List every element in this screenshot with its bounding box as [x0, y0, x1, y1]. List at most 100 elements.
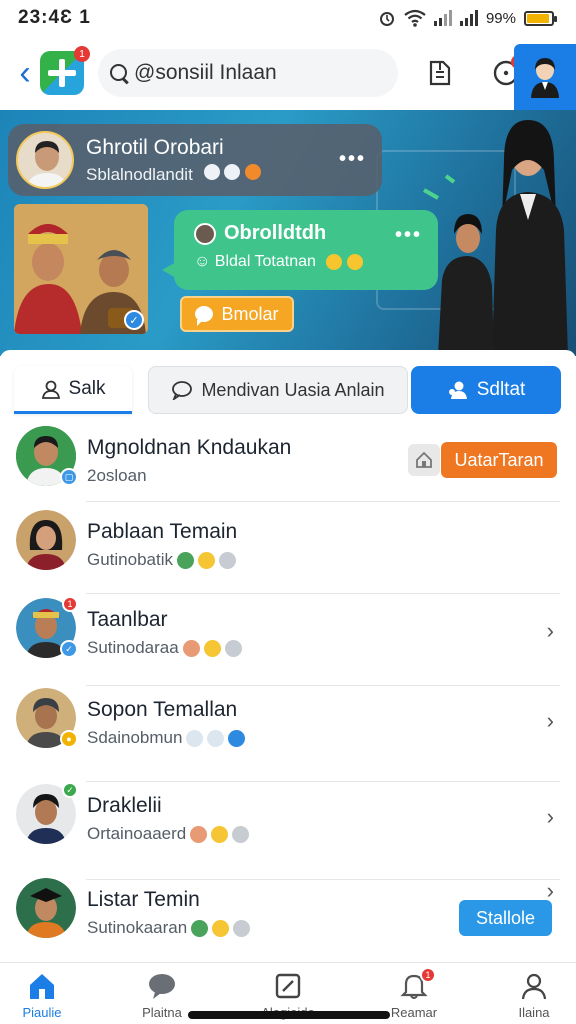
contact-row[interactable]: Listar Temin Sutinokaaran › Stallole	[0, 878, 576, 962]
ghost-emoji-icon-2	[224, 163, 241, 180]
notification-dot: 1	[62, 596, 78, 612]
earth-emoji-icon	[177, 551, 194, 569]
verified-icon: ✓	[124, 310, 144, 330]
hero-message-header: Obrolldtdh	[194, 222, 426, 245]
laugh-emoji-icon	[190, 825, 208, 843]
nav-profile[interactable]: Ilaina	[494, 971, 574, 1020]
ghost-emoji-icon-2	[207, 729, 225, 747]
contact-subtitle: 2osloan	[87, 466, 147, 486]
fire-emoji-icon	[245, 163, 262, 180]
contact-avatar: 1 ✓	[16, 596, 78, 658]
ghost-emoji-icon	[203, 163, 220, 180]
hero-banner: Ghrotil Orobari Sblalnodlandit ••• ✓ Obr…	[0, 110, 576, 356]
user-outline-icon	[41, 379, 61, 399]
chat-bubble-icon	[195, 306, 214, 326]
hero-card-subtitle-row: Sblalnodlandit	[86, 163, 262, 185]
chat-bubble-icon	[122, 971, 202, 1001]
contact-row[interactable]: Pablaan Temain Gutinobatik	[0, 510, 576, 594]
status-bar: 23:4Ɛ 1 99%	[0, 0, 576, 36]
smile-emoji-icon	[198, 551, 215, 569]
emoji-icon-2	[346, 253, 363, 270]
hero-chat-card[interactable]: Ghrotil Orobari Sblalnodlandit •••	[8, 124, 382, 196]
home-icon	[2, 971, 82, 1001]
stallole-button[interactable]: Stallole	[459, 900, 552, 936]
more-options-icon-2[interactable]: •••	[395, 224, 422, 247]
status-icon: ●	[60, 730, 78, 748]
hero-people-illustration	[438, 120, 568, 356]
divider	[86, 593, 560, 594]
tab-salk-label: Salk	[68, 377, 106, 399]
contact-subtitle: Ortainoaaerd	[87, 824, 250, 844]
status-leaf-icon: ✓	[62, 782, 78, 798]
chevron-right-icon[interactable]: ›	[547, 618, 554, 644]
divider	[86, 781, 560, 782]
uatartaran-button[interactable]: UatarTaran	[441, 442, 557, 478]
contact-row[interactable]: 1 ✓ Taanlbar Sutinodaraa ›	[0, 596, 576, 686]
gray-emoji-icon	[219, 551, 236, 569]
laugh-emoji-icon	[182, 639, 200, 657]
search-text: @sonsiil Inlaan	[134, 61, 277, 84]
hero-message-card[interactable]: Obrolldtdh ☺ Bldal Totatnan •••	[162, 210, 438, 290]
contact-name: Taanlbar	[87, 608, 168, 631]
contact-subtitle-text: Ortainoaaerd	[87, 824, 187, 843]
contact-row[interactable]: ● Sopon Temallan Sdainobmun ›	[0, 688, 576, 782]
bell-icon: 1	[374, 967, 454, 1001]
home-small-icon[interactable]	[408, 444, 440, 476]
chevron-right-icon[interactable]: ›	[547, 804, 554, 830]
nav-badge: 1	[420, 967, 436, 983]
contact-name: Draklelii	[87, 794, 162, 817]
contact-subtitle-text: Sutinokaaran	[87, 918, 188, 937]
contact-avatar: ●	[16, 688, 78, 748]
hero-action-label: Bmolar	[221, 303, 279, 324]
contact-avatar: ✓	[16, 782, 78, 844]
contact-subtitle-text: Sutinodaraa	[87, 638, 179, 657]
chevron-right-icon[interactable]: ›	[547, 708, 554, 734]
hero-card-title: Ghrotil Orobari	[86, 135, 224, 159]
status-time: 23:4Ɛ 1	[18, 7, 91, 28]
mini-avatar	[194, 222, 216, 245]
search-icon	[108, 62, 130, 84]
chat-outline-icon	[171, 380, 193, 400]
signal-icon-2	[459, 10, 478, 26]
user-add-icon	[447, 380, 469, 400]
tab-mendivan[interactable]: Mendivan Uasia Anlain	[148, 366, 408, 414]
contact-name: Listar Temin	[87, 888, 200, 911]
emoji-icon	[326, 253, 343, 270]
alarm-icon	[379, 12, 394, 26]
tab-sdltat[interactable]: Sdltat	[411, 366, 561, 414]
tab-sdltat-label: Sdltat	[476, 379, 526, 400]
back-chevron-icon[interactable]: ‹	[10, 53, 40, 93]
nav-home[interactable]: Piaulie	[2, 971, 82, 1020]
signal-icon	[433, 10, 452, 26]
tab-salk[interactable]: Salk	[14, 366, 132, 414]
search-input[interactable]: @sonsiil Inlaan	[98, 49, 398, 97]
hero-message-subtitle-row: ☺ Bldal Totatnan	[194, 253, 426, 271]
app-logo[interactable]: 1	[40, 46, 90, 95]
contact-name: Mgnoldnan Kndaukan	[87, 436, 292, 459]
tabs-area: Salk Mendivan Uasia Anlain Sdltat	[0, 350, 576, 426]
contact-row[interactable]: ✓ Draklelii Ortainoaaerd ›	[0, 782, 576, 880]
contact-subtitle: Gutinobatik	[87, 550, 236, 570]
status-icon: ▢	[60, 468, 78, 486]
contact-row[interactable]: ▢ Mgnoldnan Kndaukan 2osloan UatarTaran	[0, 426, 576, 510]
hero-group-photo[interactable]: ✓	[14, 204, 148, 334]
contact-subtitle: Sutinokaaran	[87, 918, 251, 938]
gray-emoji-icon	[233, 919, 251, 937]
contact-subtitle-text: Sdainobmun	[87, 728, 183, 747]
profile-avatar	[531, 58, 559, 98]
contact-subtitle-text: 2osloan	[87, 466, 147, 485]
battery-percent: 99%	[485, 9, 516, 27]
ghost-emoji-icon	[186, 729, 204, 747]
document-icon[interactable]	[420, 53, 460, 93]
battery-icon	[524, 10, 557, 26]
hero-card-subtitle: Sblalnodlandit	[86, 164, 193, 184]
hero-action-button[interactable]: Bmolar	[180, 296, 294, 332]
wifi-icon	[404, 9, 426, 27]
profile-avatar-button[interactable]	[514, 44, 576, 110]
earth-emoji-icon	[191, 919, 209, 937]
gray-emoji-icon	[224, 639, 242, 657]
more-options-icon[interactable]: •••	[339, 148, 366, 171]
divider	[86, 501, 560, 502]
hero-message-subtitle: Bldal Totatnan	[214, 253, 316, 270]
status-icon: ✓	[60, 640, 78, 658]
